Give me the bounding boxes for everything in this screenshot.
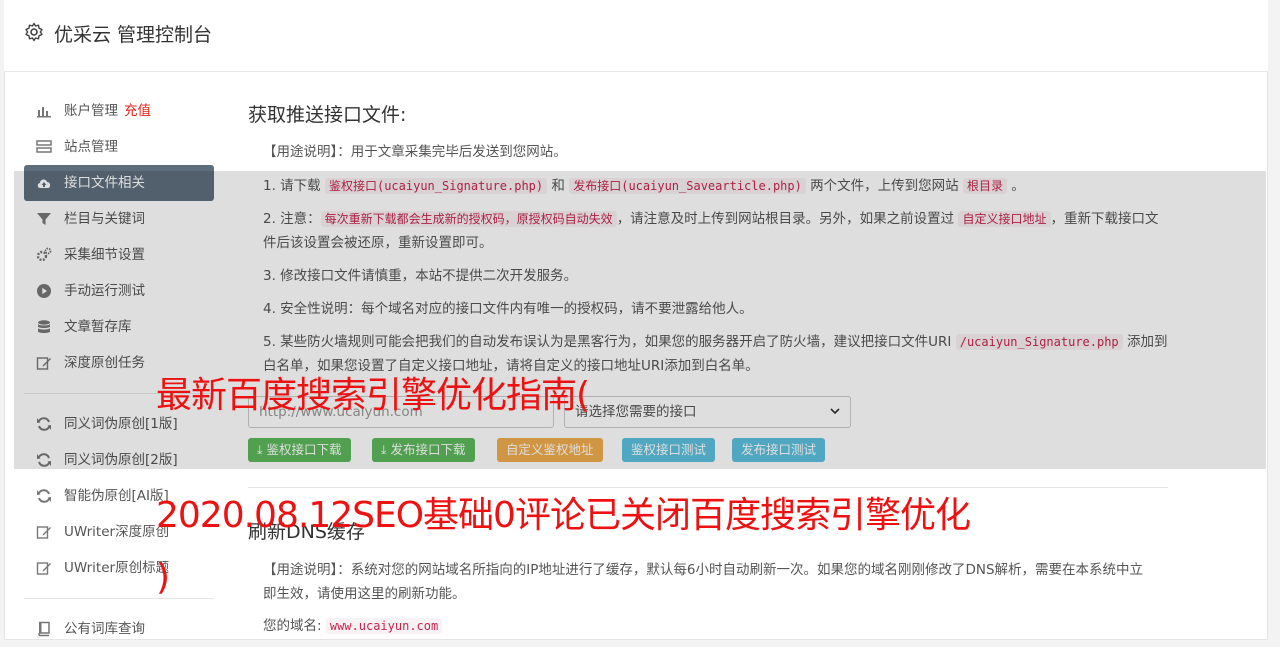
step-text: 2. 注意：	[263, 211, 321, 227]
gear-icon[interactable]	[24, 22, 44, 42]
domain-line: 您的域名: www.ucaiyun.com	[248, 614, 1148, 638]
sidebar-item-label: 接口文件相关	[64, 175, 145, 191]
code-custom-address: 自定义接口地址	[958, 211, 1051, 227]
sidebar-item-label: 站点管理	[64, 139, 118, 155]
sidebar-item-manual-run[interactable]: 手动运行测试	[24, 273, 214, 309]
download-icon: ⤓	[381, 442, 387, 457]
download-auth-button[interactable]: ⤓ 鉴权接口下载	[248, 438, 351, 462]
custom-auth-address-button[interactable]: 自定义鉴权地址	[497, 438, 603, 462]
step-4: 4. 安全性说明：每个域名对应的接口文件内有唯一的授权码，请不要泄露给他人。	[263, 301, 753, 317]
refresh-icon	[37, 417, 51, 431]
filter-icon	[37, 213, 51, 225]
sidebar-item-collect-settings[interactable]: 采集细节设置	[24, 237, 214, 273]
step-text: 两个文件，上传到您网站	[805, 178, 963, 194]
sidebar-item-label: 深度原创任务	[64, 355, 145, 371]
sidebar-item-label: 同义词伪原创[1版]	[64, 416, 178, 432]
code-root-dir: 根目录	[962, 178, 1007, 194]
step-5: 5. 某些防火墙规则可能会把我们的自动发布误认为是黑客行为，如果您的服务器开启了…	[248, 330, 1168, 378]
code-signature-uri: /ucaiyun_Signature.php	[955, 334, 1123, 350]
interface-select[interactable]: 请选择您需要的接口	[564, 396, 851, 428]
sidebar-item-label: 手动运行测试	[64, 283, 145, 299]
step-text: 1. 请下载	[263, 178, 325, 194]
section-divider	[248, 487, 1168, 488]
sidebar-item-uwriter-title[interactable]: UWriter原创标题	[24, 550, 214, 586]
main-content: 获取推送接口文件: 【用途说明】：用于文章采集完毕后发送到您网站。 1. 请下载…	[248, 100, 1168, 378]
edit-icon	[36, 357, 51, 370]
sidebar-item-label: 智能伪原创[AI版]	[64, 488, 169, 504]
cogs-icon	[36, 247, 52, 262]
step-text: 5. 某些防火墙规则可能会把我们的自动发布误认为是黑客行为，如果您的服务器开启了…	[263, 334, 956, 350]
edit-icon	[36, 562, 51, 575]
refresh-icon	[37, 453, 51, 467]
sidebar-item-label: 文章暂存库	[64, 319, 132, 335]
section-title-push-interface: 获取推送接口文件:	[248, 104, 407, 126]
edit-icon	[36, 526, 51, 539]
sidebar-item-account[interactable]: 账户管理 充值	[24, 93, 214, 129]
sidebar: 账户管理 充值 站点管理 接口文件相关 栏目与关键词 采集细节设置 手动运行测试 …	[24, 93, 214, 647]
button-label: 发布接口下载	[390, 442, 466, 457]
button-label: 鉴权接口下载	[266, 442, 342, 457]
sidebar-item-label: 公有词库查询	[64, 621, 145, 637]
step-text: ，请注意及时上传到网站根目录。另外，如果之前设置过	[616, 211, 959, 227]
sidebar-item-columns-keywords[interactable]: 栏目与关键词	[24, 201, 214, 237]
step-text: 和	[547, 178, 570, 194]
domain-label: 您的域名:	[263, 618, 322, 634]
play-circle-icon	[37, 284, 51, 298]
sidebar-item-label: 栏目与关键词	[64, 211, 145, 227]
recharge-link[interactable]: 充值	[124, 103, 151, 119]
sidebar-item-sites[interactable]: 站点管理	[24, 129, 214, 165]
usage-note-dns: 【用途说明】：系统对您的网站域名所指向的IP地址进行了缓存，默认每6小时自动刷新…	[263, 562, 1144, 602]
code-publish-file: 发布接口(ucaiyun_Savearticle.php)	[569, 178, 806, 194]
sidebar-item-label: 账户管理	[64, 103, 118, 119]
sidebar-item-label: 采集细节设置	[64, 247, 145, 263]
sidebar-item-label: UWriter深度原创	[64, 524, 170, 540]
step-3: 3. 修改接口文件请慎重，本站不提供二次开发服务。	[263, 268, 578, 284]
sidebar-item-label: 同义词伪原创[2版]	[64, 452, 178, 468]
overlay-headline-line1: 最新百度搜索引擎优化指南(	[156, 375, 590, 416]
usage-note: 【用途说明】：用于文章采集完毕后发送到您网站。	[263, 144, 567, 160]
interface-select-value: 请选择您需要的接口	[575, 404, 697, 420]
download-icon: ⤓	[257, 442, 263, 457]
step-text: 。	[1006, 178, 1025, 194]
step-2: 2. 注意： 每次重新下载都会生成新的授权码，原授权码自动失效 ，请注意及时上传到网…	[248, 207, 1168, 255]
refresh-icon	[37, 489, 51, 503]
code-warning: 每次重新下载都会生成新的授权码，原授权码自动失效	[320, 211, 617, 227]
sidebar-item-label: UWriter原创标题	[64, 560, 170, 576]
download-publish-button[interactable]: ⤓ 发布接口下载	[372, 438, 475, 462]
database-icon	[38, 320, 50, 333]
domain-value: www.ucaiyun.com	[325, 618, 443, 634]
book-icon	[38, 621, 50, 637]
code-auth-file: 鉴权接口(ucaiyun_Signature.php)	[324, 178, 548, 194]
app-title: 优采云 管理控制台	[54, 24, 213, 46]
server-icon	[36, 140, 52, 153]
sidebar-item-synonym-v2[interactable]: 同义词伪原创[2版]	[24, 442, 214, 478]
chevron-down-icon	[830, 408, 840, 415]
sidebar-divider	[24, 598, 214, 599]
test-publish-button[interactable]: 发布接口测试	[732, 438, 826, 462]
overlay-headline-line3: )	[156, 557, 170, 598]
bar-chart-icon	[37, 107, 51, 118]
sidebar-item-article-store[interactable]: 文章暂存库	[24, 309, 214, 345]
step-1: 1. 请下载 鉴权接口(ucaiyun_Signature.php) 和 发布接…	[248, 174, 1168, 198]
cloud-upload-icon	[37, 179, 51, 188]
top-header: 优采云 管理控制台	[4, 0, 1268, 72]
test-auth-button[interactable]: 鉴权接口测试	[622, 438, 716, 462]
overlay-headline-line2: 2020.08.12SEO基础0评论已关闭百度搜索引擎优化	[156, 495, 971, 536]
sidebar-item-public-lexicon[interactable]: 公有词库查询	[24, 611, 214, 647]
sidebar-item-interface-files[interactable]: 接口文件相关	[24, 165, 214, 201]
